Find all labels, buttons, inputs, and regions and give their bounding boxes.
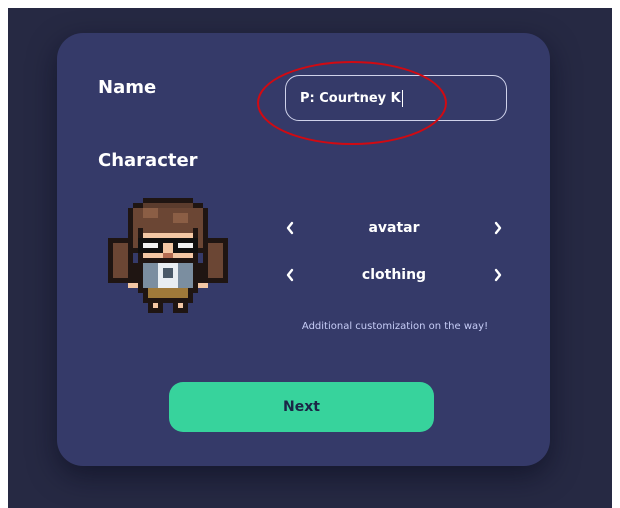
name-input-value: P: Courtney K — [300, 90, 401, 106]
chevron-right-icon — [494, 221, 502, 235]
clothing-selector: clothing — [279, 262, 509, 288]
character-label: Character — [98, 150, 198, 171]
character-setup-card: Name P: Courtney K Character avatar clot… — [57, 33, 550, 466]
text-caret — [401, 89, 403, 107]
chevron-right-icon — [494, 268, 502, 282]
name-input[interactable]: P: Courtney K — [285, 75, 507, 121]
customization-note: Additional customization on the way! — [301, 321, 489, 332]
avatar-prev-button[interactable] — [279, 217, 301, 239]
clothing-option-label: clothing — [361, 267, 427, 283]
name-label: Name — [98, 77, 157, 98]
clothing-prev-button[interactable] — [279, 264, 301, 286]
avatar-selector: avatar — [279, 215, 509, 241]
chevron-left-icon — [286, 221, 294, 235]
avatar-next-button[interactable] — [487, 217, 509, 239]
avatar-option-label: avatar — [368, 220, 420, 236]
next-button[interactable]: Next — [169, 382, 434, 432]
chevron-left-icon — [286, 268, 294, 282]
app-background: Name P: Courtney K Character avatar clot… — [8, 8, 612, 508]
character-avatar-image — [108, 198, 228, 313]
clothing-next-button[interactable] — [487, 264, 509, 286]
